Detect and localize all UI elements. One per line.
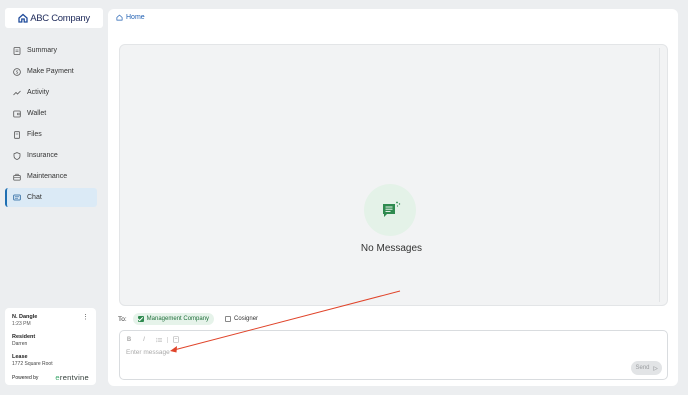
formatting-toolbar: B I — [126, 336, 179, 343]
empty-chat-icon — [364, 184, 416, 236]
checkbox-icon — [225, 316, 232, 322]
list-icon — [156, 337, 162, 342]
message-list[interactable]: No Messages — [119, 44, 668, 306]
italic-button[interactable]: I — [141, 336, 147, 343]
send-button[interactable]: Send — [631, 361, 662, 375]
empty-state-text: No Messages — [360, 243, 423, 254]
sidebar-item-label: Files — [27, 131, 42, 138]
sidebar-item-chat[interactable]: Chat — [5, 188, 97, 207]
powered-by-label: Powered by — [12, 374, 39, 381]
resident-value: Darren — [12, 341, 28, 347]
sidebar-item-insurance[interactable]: Insurance — [5, 146, 97, 165]
sidebar-item-label: Chat — [27, 194, 42, 201]
send-arrow-icon — [652, 365, 658, 371]
sidebar-item-label: Make Payment — [27, 68, 74, 75]
recipient-cosigner[interactable]: Cosigner — [220, 313, 263, 325]
sidebar-item-summary[interactable]: Summary — [5, 41, 97, 60]
bullet-list-button[interactable] — [156, 336, 162, 343]
attach-button[interactable] — [173, 336, 179, 343]
breadcrumb: Home — [116, 14, 145, 21]
sidebar-nav: Summary $ Make Payment Activity Wallet F… — [5, 41, 97, 209]
company-logo[interactable]: ABC Company — [5, 8, 103, 28]
sidebar-item-label: Insurance — [27, 152, 58, 159]
document-icon — [12, 46, 21, 55]
attachment-icon — [173, 336, 179, 343]
lease-value: 1772 Square Root — [12, 361, 53, 367]
checkbox-checked-icon — [137, 316, 144, 322]
toolbox-icon — [12, 172, 21, 181]
house-logo-icon — [18, 13, 28, 23]
sidebar-item-label: Wallet — [27, 110, 47, 117]
recipient-management-company[interactable]: Management Company — [132, 313, 215, 325]
to-label: To: — [118, 315, 127, 323]
lease-label: Lease — [12, 354, 28, 360]
sidebar-item-make-payment[interactable]: $ Make Payment — [5, 62, 97, 81]
rentvine-logo: erentvine — [55, 373, 89, 382]
resident-label: Resident — [12, 334, 36, 340]
recipient-label: Management Company — [146, 316, 210, 322]
bold-button[interactable]: B — [126, 336, 132, 343]
send-label: Send — [635, 365, 650, 371]
dollar-icon: $ — [12, 67, 21, 76]
toolbar-divider — [167, 336, 168, 343]
sidebar-item-activity[interactable]: Activity — [5, 83, 97, 102]
shield-icon — [12, 151, 21, 160]
message-input[interactable] — [126, 347, 426, 357]
sidebar-item-maintenance[interactable]: Maintenance — [5, 167, 97, 186]
user-name: N. Dangle — [12, 314, 38, 320]
scrollbar[interactable] — [659, 48, 660, 302]
message-composer: B I Send — [119, 330, 668, 380]
recipient-label: Cosigner — [234, 316, 259, 322]
sidebar-item-wallet[interactable]: Wallet — [5, 104, 97, 123]
sidebar-item-label: Summary — [27, 47, 57, 54]
user-time: 1:23 PM — [12, 321, 31, 327]
files-icon — [12, 130, 21, 139]
wallet-icon — [12, 109, 21, 118]
chat-icon — [12, 193, 21, 202]
powered-by: Powered by erentvine — [12, 373, 89, 382]
sidebar-item-label: Activity — [27, 89, 50, 96]
sidebar-item-files[interactable]: Files — [5, 125, 97, 144]
trend-icon — [12, 88, 21, 97]
recipient-row: To: Management Company Cosigner — [118, 313, 269, 325]
user-card: N. Dangle 1:23 PM ⋮ Resident Darren Leas… — [5, 308, 96, 385]
breadcrumb-home[interactable]: Home — [126, 14, 145, 21]
rentvine-logo-text: rentvine — [59, 373, 89, 382]
kebab-menu-icon[interactable]: ⋮ — [82, 314, 89, 321]
sidebar-item-label: Maintenance — [27, 173, 68, 180]
main-panel: Home No Messages To: Management Company … — [108, 9, 678, 386]
svg-text:$: $ — [15, 69, 18, 75]
logo-text: ABC Company — [30, 12, 90, 24]
home-icon — [116, 14, 123, 21]
